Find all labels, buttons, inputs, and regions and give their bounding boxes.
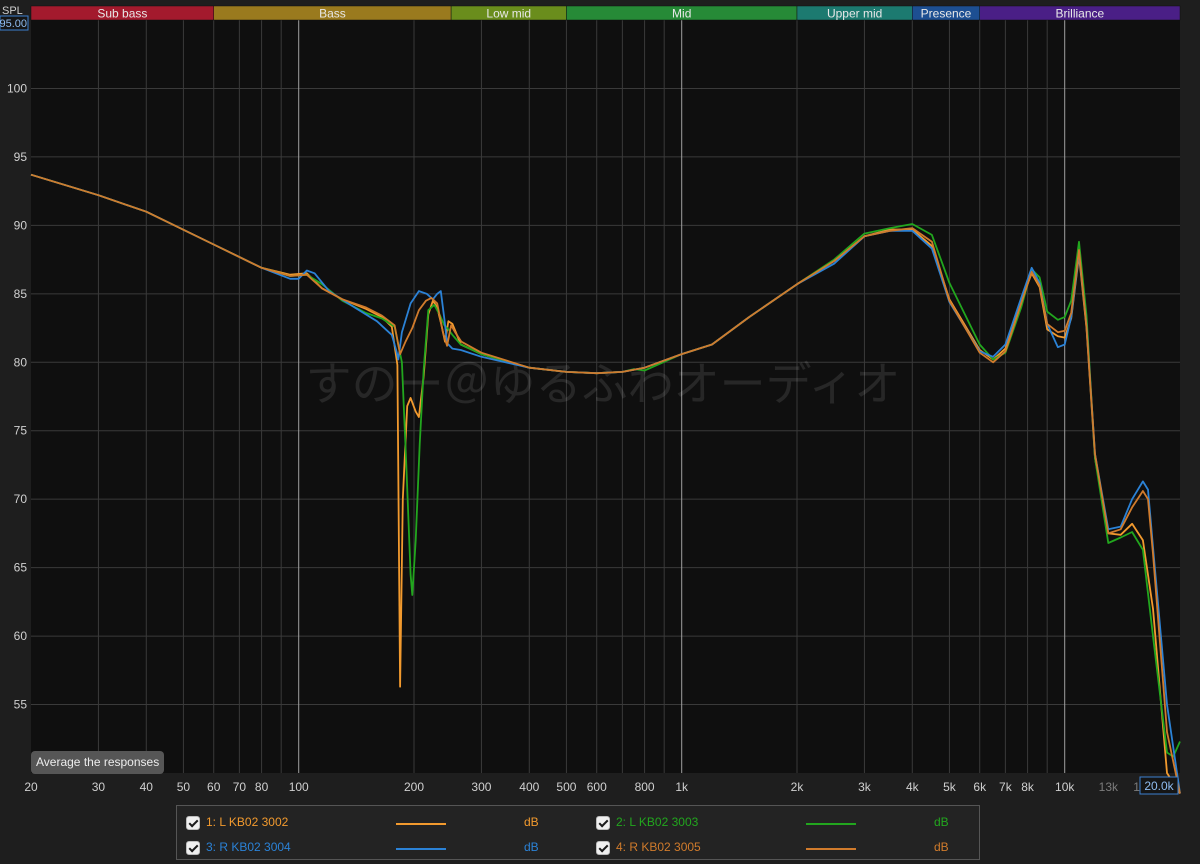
legend-panel: 1: L KB02 3002 dB 2: L KB02 3003 dB 3: R…	[176, 805, 980, 860]
y-tick-label: 75	[14, 424, 28, 438]
watermark: すのー＠ゆるふわオーディオ	[306, 357, 901, 411]
y-tick-label: 70	[14, 492, 28, 506]
top-value-readout: 95.00	[0, 18, 27, 30]
y-tick-label: 65	[14, 561, 28, 575]
y-tick-label: 60	[14, 629, 28, 643]
x-tick-label: 1k	[675, 780, 689, 794]
band-label: Sub bass	[97, 7, 147, 21]
x-tick-label: 20	[24, 780, 38, 794]
y-axis-ticks: 55 60 65 70 75 80 85 90 95 100	[7, 81, 27, 711]
series-1-name: 1: L KB02 3002	[206, 815, 289, 829]
y-tick-label: 80	[14, 355, 28, 369]
series-4-swatch	[806, 848, 856, 850]
frequency-band-bar: Sub bass Bass Low mid Mid Upper mid Presence B…	[30, 5, 1181, 21]
x-tick-label: 5k	[943, 780, 957, 794]
x-tick-label: 200	[404, 780, 424, 794]
x-tick-label: 40	[140, 780, 154, 794]
series-4-checkbox[interactable]	[596, 841, 610, 855]
x-tick-label: 500	[556, 780, 576, 794]
x-tick-label: 600	[587, 780, 607, 794]
x-axis-ticks: 20 30 40 50 60 70 80 100 200 300 400 500 600 800 1k 2k 3…	[24, 776, 1179, 795]
x-tick-label: 8k	[1021, 780, 1035, 794]
series-1-checkbox[interactable]	[186, 816, 200, 830]
series-3-checkbox[interactable]	[186, 841, 200, 855]
x-tick-label: 3k	[858, 780, 872, 794]
band-label: Low mid	[486, 7, 531, 21]
x-tick-label: 70	[233, 780, 247, 794]
y-tick-label: 90	[14, 218, 28, 232]
x-tick-label: 800	[635, 780, 655, 794]
x-tick-label: 300	[471, 780, 491, 794]
x-tick-label: 2k	[791, 780, 805, 794]
band-label: Mid	[672, 7, 691, 21]
y-tick-label: 85	[14, 287, 28, 301]
series-2-unit: dB	[934, 815, 949, 829]
x-tick-label: 50	[177, 780, 191, 794]
x-tick-label: 30	[92, 780, 106, 794]
x-tick-label: 10k	[1055, 780, 1075, 794]
x-max-readout: 20.0k	[1144, 779, 1174, 793]
spl-axis-label: SPL	[2, 5, 23, 17]
x-tick-label: 60	[207, 780, 221, 794]
band-label: Presence	[921, 7, 972, 21]
x-tick-label: 13k	[1099, 780, 1119, 794]
x-tick-label: 4k	[906, 780, 920, 794]
series-3-swatch	[396, 848, 446, 850]
band-label: Upper mid	[827, 7, 882, 21]
series-3-name: 3: R KB02 3004	[206, 840, 291, 854]
band-label: Brilliance	[1056, 7, 1105, 21]
y-tick-label: 100	[7, 81, 27, 95]
series-1-unit: dB	[524, 815, 539, 829]
y-tick-label: 55	[14, 698, 28, 712]
x-tick-label: 400	[519, 780, 539, 794]
band-label: Bass	[319, 7, 346, 21]
frequency-response-chart: すのー＠ゆるふわオーディオ Sub bass Bass Low mid Mid Uppe…	[0, 5, 1181, 795]
series-3-unit: dB	[524, 840, 539, 854]
x-tick-label: 6k	[973, 780, 987, 794]
series-4-name: 4: R KB02 3005	[616, 840, 701, 854]
x-tick-label: 100	[289, 780, 309, 794]
y-tick-label: 95	[14, 150, 28, 164]
series-4-unit: dB	[934, 840, 949, 854]
x-tick-label: 80	[255, 780, 269, 794]
average-responses-button[interactable]: Average the responses	[31, 751, 165, 774]
series-1-swatch	[396, 823, 446, 825]
series-2-name: 2: L KB02 3003	[616, 815, 699, 829]
x-tick-label: 7k	[999, 780, 1013, 794]
series-2-swatch	[806, 823, 856, 825]
series-2-checkbox[interactable]	[596, 816, 610, 830]
